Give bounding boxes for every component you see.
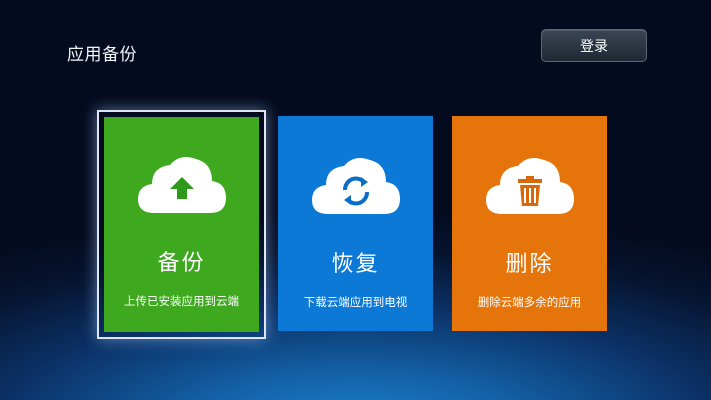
cloud-sync-icon [308, 154, 404, 216]
restore-card[interactable]: 恢复 下载云端应用到电视 [278, 116, 433, 331]
restore-description: 下载云端应用到电视 [303, 295, 408, 309]
delete-card[interactable]: 删除 删除云端多余的应用 [452, 116, 607, 331]
backup-title: 备份 [157, 251, 206, 276]
login-button[interactable]: 登录 [541, 29, 647, 62]
cloud-trash-icon [482, 154, 578, 216]
restore-card-body: 恢复 下载云端应用到电视 [278, 116, 433, 331]
delete-title: 删除 [505, 252, 554, 277]
delete-description: 删除云端多余的应用 [477, 295, 582, 309]
cloud-upload-icon [134, 153, 230, 215]
backup-card[interactable]: 备份 上传已安装应用到云端 [97, 110, 266, 339]
restore-title: 恢复 [331, 252, 380, 277]
page-title: 应用备份 [67, 45, 137, 65]
backup-card-body: 备份 上传已安装应用到云端 [104, 117, 259, 332]
delete-card-body: 删除 删除云端多余的应用 [452, 116, 607, 331]
backup-description: 上传已安装应用到云端 [124, 294, 239, 308]
